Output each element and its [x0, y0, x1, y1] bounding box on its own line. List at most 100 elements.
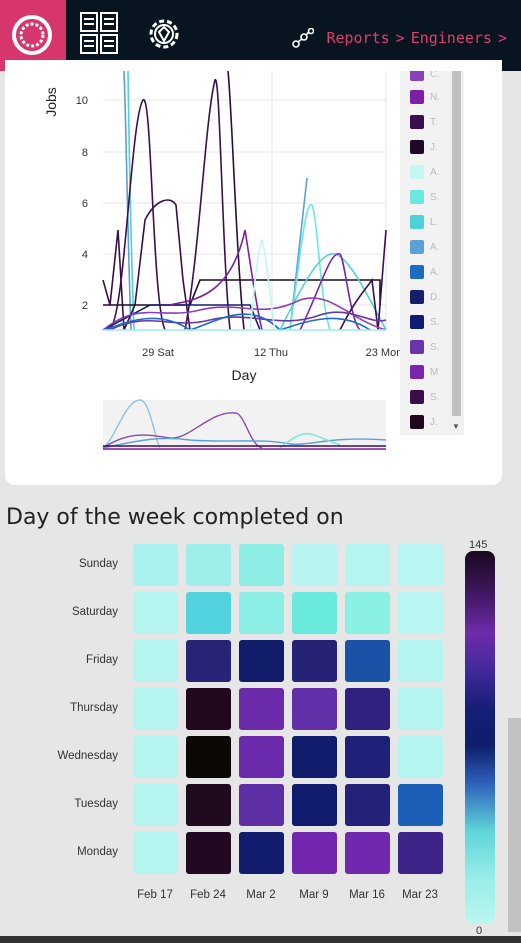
heatmap-cell[interactable] — [186, 832, 231, 874]
heatmap-cell[interactable] — [345, 592, 390, 634]
heatmap-cell[interactable] — [133, 640, 178, 682]
legend-item[interactable]: A. — [410, 165, 439, 179]
legend-label: J. — [430, 416, 438, 428]
heatmap-cell[interactable] — [292, 688, 337, 730]
heatmap-cell[interactable] — [239, 640, 284, 682]
legend-swatch — [410, 215, 424, 229]
legend-label: S. — [430, 391, 440, 403]
legend-item[interactable]: S. — [410, 315, 439, 329]
legend-item[interactable]: C. — [410, 71, 440, 81]
legend-item[interactable]: L. — [410, 215, 438, 229]
heatmap-cell[interactable] — [239, 688, 284, 730]
heatmap-cell[interactable] — [239, 592, 284, 634]
range-navigator[interactable] — [103, 400, 386, 450]
heatmap-row-label: Saturday — [71, 606, 118, 618]
heatmap-cell[interactable] — [345, 736, 390, 778]
page-scrollbar-thumb[interactable] — [508, 718, 521, 932]
heatmap-cell[interactable] — [186, 592, 231, 634]
heatmap-cell[interactable] — [292, 592, 337, 634]
heatmap-cell[interactable] — [345, 544, 390, 586]
heatmap-cell[interactable] — [292, 736, 337, 778]
heatmap-cell[interactable] — [133, 832, 178, 874]
heatmap-cell[interactable] — [292, 544, 337, 586]
x-tick-label: 29 Sat — [142, 347, 174, 359]
heatmap-cell[interactable] — [345, 832, 390, 874]
heatmap-cell[interactable] — [345, 784, 390, 826]
y-tick-label: 8 — [82, 147, 88, 159]
y-axis-label: Jobs — [43, 87, 59, 117]
legend-item[interactable]: J. — [410, 140, 438, 154]
legend-item[interactable]: N. — [410, 90, 440, 104]
legend-swatch — [410, 290, 424, 304]
legend-item[interactable]: J. — [410, 415, 438, 429]
legend-item[interactable]: S. — [410, 390, 439, 404]
heatmap-cell[interactable] — [239, 832, 284, 874]
legend-label: D. — [430, 291, 440, 303]
heatmap-cell[interactable] — [292, 640, 337, 682]
heatmap-row-label: Monday — [77, 846, 118, 858]
legend-swatch — [410, 140, 424, 154]
x-tick-label: 23 Mon — [366, 347, 403, 359]
heatmap-cell[interactable] — [186, 688, 231, 730]
heatmap-cell[interactable] — [239, 736, 284, 778]
heatmap-cell[interactable] — [398, 688, 443, 730]
heatmap-cell[interactable] — [186, 784, 231, 826]
bottom-edge — [0, 936, 521, 943]
heatmap-cell[interactable] — [345, 688, 390, 730]
legend-label: S. — [430, 316, 440, 328]
legend-item[interactable]: D. — [410, 290, 440, 304]
x-axis-label: Day — [232, 367, 257, 383]
legend-label: N. — [430, 91, 440, 103]
legend-item[interactable]: A. — [410, 240, 439, 254]
heatmap-cell[interactable] — [345, 640, 390, 682]
scroll-down-arrow-icon[interactable]: ▼ — [452, 422, 460, 431]
legend-item[interactable]: M — [410, 365, 438, 379]
x-tick-label: 12 Thu — [254, 347, 288, 359]
heatmap-cell[interactable] — [292, 832, 337, 874]
heatmap-cell[interactable] — [133, 784, 178, 826]
color-scale-max: 145 — [469, 539, 488, 551]
heatmap-cell[interactable] — [133, 544, 178, 586]
heatmap-column-label: Mar 16 — [349, 889, 385, 901]
legend-swatch — [410, 415, 424, 429]
heatmap-row-label: Tuesday — [74, 798, 118, 810]
heatmap-cell[interactable] — [133, 688, 178, 730]
legend-swatch — [410, 240, 424, 254]
heatmap-cell[interactable] — [398, 544, 443, 586]
heatmap-cell[interactable] — [186, 544, 231, 586]
heatmap-cell[interactable] — [398, 784, 443, 826]
heatmap-cell[interactable] — [398, 736, 443, 778]
legend-label: A. — [430, 166, 440, 178]
legend-label: A. — [430, 266, 440, 278]
heatmap-title: Day of the week completed on — [6, 505, 344, 530]
legend-item[interactable]: S. — [410, 190, 439, 204]
heatmap-cell[interactable] — [239, 544, 284, 586]
heatmap-cell[interactable] — [239, 784, 284, 826]
legend-label: M — [430, 366, 439, 378]
heatmap-cell[interactable] — [398, 832, 443, 874]
y-tick-label: 6 — [82, 198, 88, 210]
heatmap-cell[interactable] — [292, 784, 337, 826]
legend-swatch — [410, 390, 424, 404]
legend-swatch — [410, 165, 424, 179]
legend-swatch — [410, 190, 424, 204]
y-tick-label: 10 — [76, 95, 88, 107]
heatmap-column-label: Feb 17 — [137, 889, 173, 901]
legend-item[interactable]: T. — [410, 115, 438, 129]
heatmap-cell[interactable] — [398, 640, 443, 682]
legend-item[interactable]: A. — [410, 265, 439, 279]
heatmap-column-label: Mar 9 — [299, 889, 329, 901]
legend-scrollbar-thumb[interactable] — [452, 71, 461, 416]
heatmap-row-label: Sunday — [78, 558, 118, 570]
legend-item[interactable]: S. — [410, 340, 439, 354]
heatmap-cell[interactable] — [133, 736, 178, 778]
heatmap-column-label: Mar 23 — [402, 889, 438, 901]
legend-label: J. — [430, 141, 438, 153]
y-tick-label: 2 — [82, 300, 88, 312]
heatmap-cell[interactable] — [133, 592, 178, 634]
legend-label: L. — [430, 216, 439, 228]
heatmap-cell[interactable] — [398, 592, 443, 634]
heatmap-cell[interactable] — [186, 736, 231, 778]
heatmap-column-label: Feb 24 — [190, 889, 226, 901]
heatmap-cell[interactable] — [186, 640, 231, 682]
